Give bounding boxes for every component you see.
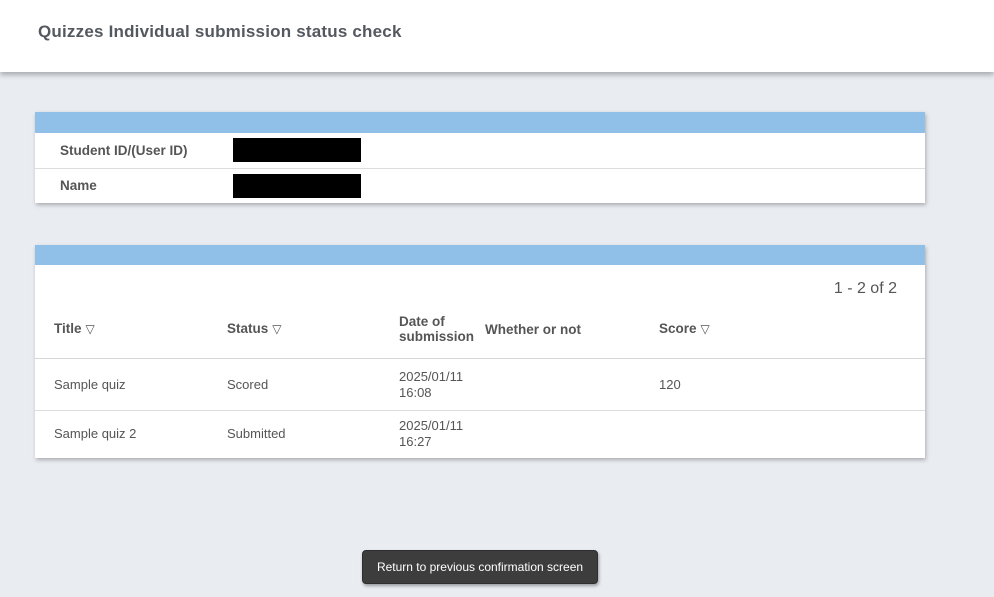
column-header-date-label: Date of submission	[399, 314, 474, 344]
student-info-accent-bar	[35, 112, 925, 133]
cell-date-text: 2025/01/11 16:27	[399, 418, 466, 450]
cell-spacer	[780, 411, 925, 458]
cell-whether	[466, 411, 640, 458]
sort-icon-title[interactable]: ▽	[86, 322, 95, 336]
submissions-card: 1 - 2 of 2 Title ▽ Status ▽ Date of submis…	[35, 245, 925, 458]
redacted-student-id-value	[233, 138, 361, 162]
student-id-value-cell	[232, 133, 925, 168]
cell-title: Sample quiz	[35, 359, 208, 411]
main-content: Student ID/(User ID) Name 1 - 2 of 2	[35, 112, 925, 584]
submissions-accent-bar	[35, 245, 925, 265]
footer-actions: Return to previous confirmation screen	[35, 550, 925, 584]
return-button[interactable]: Return to previous confirmation screen	[362, 550, 598, 584]
cell-score: 120	[640, 359, 780, 411]
column-header-status-label: Status	[227, 321, 268, 336]
column-header-score[interactable]: Score ▽	[640, 306, 780, 359]
submissions-header-row: Title ▽ Status ▽ Date of submission Whethe…	[35, 306, 925, 359]
column-header-whether-label: Whether or not	[485, 322, 581, 337]
student-name-label: Name	[35, 168, 232, 203]
sort-icon-status[interactable]: ▽	[272, 322, 281, 336]
student-name-row: Name	[35, 168, 925, 203]
table-row: Sample quiz Scored 2025/01/11 16:08 120	[35, 359, 925, 411]
column-header-spacer	[780, 306, 925, 359]
column-header-status[interactable]: Status ▽	[208, 306, 380, 359]
sort-icon-score[interactable]: ▽	[701, 322, 710, 336]
cell-title: Sample quiz 2	[35, 411, 208, 458]
cell-score	[640, 411, 780, 458]
submissions-table: Title ▽ Status ▽ Date of submission Whethe…	[35, 306, 925, 458]
pagination-label: 1 - 2 of 2	[35, 265, 925, 306]
student-id-row: Student ID/(User ID)	[35, 133, 925, 168]
student-info-card: Student ID/(User ID) Name	[35, 112, 925, 203]
cell-status: Submitted	[208, 411, 380, 458]
cell-whether	[466, 359, 640, 411]
cell-date: 2025/01/11 16:27	[380, 411, 466, 458]
student-id-label: Student ID/(User ID)	[35, 133, 232, 168]
column-header-date-of-submission: Date of submission	[380, 306, 466, 359]
cell-date: 2025/01/11 16:08	[380, 359, 466, 411]
app-header: Quizzes Individual submission status che…	[0, 0, 994, 72]
column-header-title-label: Title	[54, 321, 82, 336]
column-header-score-label: Score	[659, 321, 697, 336]
student-name-value-cell	[232, 168, 925, 203]
column-header-title[interactable]: Title ▽	[35, 306, 208, 359]
cell-status: Scored	[208, 359, 380, 411]
page-title: Quizzes Individual submission status che…	[0, 0, 994, 42]
cell-date-text: 2025/01/11 16:08	[399, 369, 466, 401]
table-row: Sample quiz 2 Submitted 2025/01/11 16:27	[35, 411, 925, 458]
redacted-student-name-value	[233, 174, 361, 198]
student-info-table: Student ID/(User ID) Name	[35, 133, 925, 203]
column-header-whether-or-not: Whether or not	[466, 306, 640, 359]
cell-spacer	[780, 359, 925, 411]
